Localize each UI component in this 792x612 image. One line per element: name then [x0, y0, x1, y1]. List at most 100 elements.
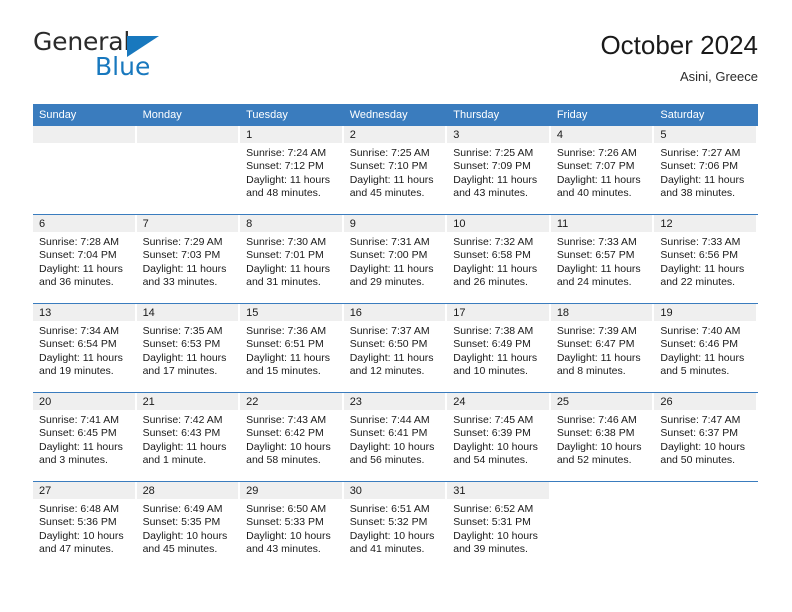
daylight-text-line2: and 22 minutes. — [660, 276, 736, 289]
calendar-day-cell[interactable]: 29 Sunrise: 6:50 AM Sunset: 5:33 PM Dayligh… — [240, 482, 344, 571]
calendar-day-cell[interactable]: 27 Sunrise: 6:48 AM Sunset: 5:36 PM Dayligh… — [33, 482, 137, 571]
day-cell-inner: 31 Sunrise: 6:52 AM Sunset: 5:31 PM Dayligh… — [447, 482, 551, 570]
day-cell-inner: 10 Sunrise: 7:32 AM Sunset: 6:58 PM Dayligh… — [447, 215, 551, 303]
calendar-day-cell[interactable]: 21 Sunrise: 7:42 AM Sunset: 6:43 PM Dayligh… — [136, 392, 241, 482]
calendar-empty-cell — [136, 126, 241, 215]
day-number: 29 — [240, 482, 342, 499]
day-cell-inner — [654, 482, 758, 570]
sunrise-text: Sunrise: 7:36 AM — [246, 325, 327, 337]
calendar-day-cell[interactable]: 18 Sunrise: 7:39 AM Sunset: 6:47 PM Dayligh… — [550, 303, 655, 393]
daylight-text-line1: Daylight: 11 hours — [453, 351, 538, 364]
calendar-day-cell[interactable]: 10 Sunrise: 7:32 AM Sunset: 6:58 PM Dayligh… — [447, 214, 551, 304]
daylight-text-line2: and 47 minutes. — [39, 543, 114, 556]
daylight-text-line2: and 3 minutes. — [39, 454, 108, 467]
sunset-text: Sunset: 6:46 PM — [660, 338, 739, 351]
day-cell-details: Sunrise: 7:39 AM Sunset: 6:47 PM Daylight:… — [551, 321, 655, 379]
daylight-text-line2: and 56 minutes. — [349, 454, 425, 467]
sunset-text: Sunset: 6:37 PM — [660, 427, 739, 440]
day-cell-details: Sunrise: 7:35 AM Sunset: 6:53 PM Daylight:… — [137, 321, 241, 379]
daylight-text-line2: and 48 minutes. — [246, 187, 321, 200]
day-number: 28 — [136, 482, 239, 499]
daylight-text-line2: and 52 minutes. — [556, 454, 632, 467]
day-cell-inner: 22 Sunrise: 7:43 AM Sunset: 6:42 PM Dayligh… — [240, 393, 344, 481]
calendar-empty-cell — [654, 482, 758, 571]
day-cell-details: Sunrise: 6:52 AM Sunset: 5:31 PM Daylight:… — [447, 499, 551, 557]
calendar-day-cell[interactable]: 22 Sunrise: 7:43 AM Sunset: 6:42 PM Dayligh… — [240, 392, 344, 482]
calendar-day-cell[interactable]: 15 Sunrise: 7:36 AM Sunset: 6:51 PM Dayligh… — [240, 303, 344, 393]
calendar-day-cell[interactable]: 19 Sunrise: 7:40 AM Sunset: 6:46 PM Dayligh… — [654, 303, 758, 393]
calendar-day-cell[interactable]: 11 Sunrise: 7:33 AM Sunset: 6:57 PM Dayligh… — [550, 214, 655, 304]
day-number: 20 — [33, 393, 135, 410]
calendar-day-cell[interactable]: 23 Sunrise: 7:44 AM Sunset: 6:41 PM Dayligh… — [343, 392, 448, 482]
sunrise-text: Sunrise: 7:33 AM — [660, 236, 741, 248]
daylight-text-line1: Daylight: 11 hours — [246, 173, 330, 186]
calendar-day-cell[interactable]: 6 Sunrise: 7:28 AM Sunset: 7:04 PM Daylight… — [33, 214, 137, 304]
sunrise-text: Sunrise: 7:39 AM — [556, 325, 637, 337]
calendar-day-cell[interactable]: 1 Sunrise: 7:24 AM Sunset: 7:12 PM Daylight… — [240, 126, 344, 215]
calendar-day-cell[interactable]: 30 Sunrise: 6:51 AM Sunset: 5:32 PM Dayligh… — [343, 482, 448, 571]
calendar-day-cell[interactable]: 14 Sunrise: 7:35 AM Sunset: 6:53 PM Dayligh… — [136, 303, 241, 393]
calendar-day-cell[interactable]: 24 Sunrise: 7:45 AM Sunset: 6:39 PM Dayligh… — [447, 392, 551, 482]
sunset-text: Sunset: 6:38 PM — [556, 427, 635, 440]
calendar-day-cell[interactable]: 26 Sunrise: 7:47 AM Sunset: 6:37 PM Dayligh… — [654, 392, 758, 482]
day-cell-details: Sunrise: 7:43 AM Sunset: 6:42 PM Daylight:… — [240, 410, 344, 468]
calendar-day-cell[interactable]: 9 Sunrise: 7:31 AM Sunset: 7:00 PM Daylight… — [343, 214, 448, 304]
sunrise-text: Sunrise: 7:45 AM — [453, 414, 534, 426]
daylight-text-line2: and 19 minutes. — [39, 365, 114, 378]
calendar-day-cell[interactable]: 16 Sunrise: 7:37 AM Sunset: 6:50 PM Dayligh… — [343, 303, 448, 393]
calendar-day-cell[interactable]: 12 Sunrise: 7:33 AM Sunset: 6:56 PM Dayligh… — [654, 214, 758, 304]
daylight-text-line1: Daylight: 10 hours — [349, 440, 435, 453]
calendar-day-cell[interactable]: 25 Sunrise: 7:46 AM Sunset: 6:38 PM Dayligh… — [550, 392, 655, 482]
day-cell-inner: 11 Sunrise: 7:33 AM Sunset: 6:57 PM Dayligh… — [550, 215, 655, 303]
day-cell-details: Sunrise: 7:37 AM Sunset: 6:50 PM Daylight:… — [344, 321, 448, 379]
daylight-text-line2: and 45 minutes. — [142, 543, 218, 556]
calendar-day-cell[interactable]: 17 Sunrise: 7:38 AM Sunset: 6:49 PM Dayligh… — [447, 303, 551, 393]
day-number: 27 — [33, 482, 135, 499]
day-cell-details: Sunrise: 7:34 AM Sunset: 6:54 PM Daylight:… — [33, 321, 137, 379]
sunset-text: Sunset: 5:36 PM — [39, 516, 117, 529]
sunrise-text: Sunrise: 7:43 AM — [246, 414, 327, 426]
day-cell-details: Sunrise: 7:31 AM Sunset: 7:00 PM Daylight:… — [344, 232, 448, 290]
day-number — [136, 126, 239, 143]
daylight-text-line2: and 29 minutes. — [349, 276, 425, 289]
calendar-day-cell[interactable]: 13 Sunrise: 7:34 AM Sunset: 6:54 PM Dayligh… — [33, 303, 137, 393]
sunrise-text: Sunrise: 7:31 AM — [349, 236, 430, 248]
daylight-text-line2: and 15 minutes. — [246, 365, 321, 378]
calendar-day-cell[interactable]: 8 Sunrise: 7:30 AM Sunset: 7:01 PM Daylight… — [240, 214, 344, 304]
calendar-day-cell[interactable]: 7 Sunrise: 7:29 AM Sunset: 7:03 PM Daylight… — [136, 214, 241, 304]
calendar-day-cell[interactable]: 20 Sunrise: 7:41 AM Sunset: 6:45 PM Dayligh… — [33, 392, 137, 482]
day-number: 12 — [654, 215, 756, 232]
calendar-day-cell[interactable]: 3 Sunrise: 7:25 AM Sunset: 7:09 PM Daylight… — [447, 126, 551, 215]
day-cell-inner — [136, 126, 241, 214]
daylight-text-line1: Daylight: 11 hours — [39, 262, 123, 275]
calendar-day-cell[interactable]: 2 Sunrise: 7:25 AM Sunset: 7:10 PM Daylight… — [343, 126, 448, 215]
daylight-text-line2: and 50 minutes. — [660, 454, 736, 467]
day-cell-inner: 19 Sunrise: 7:40 AM Sunset: 6:46 PM Dayligh… — [654, 304, 758, 392]
day-cell-inner: 16 Sunrise: 7:37 AM Sunset: 6:50 PM Dayligh… — [343, 304, 448, 392]
sunset-text: Sunset: 6:50 PM — [349, 338, 428, 351]
sunset-text: Sunset: 7:03 PM — [142, 249, 221, 262]
daylight-text-line2: and 54 minutes. — [453, 454, 528, 467]
day-cell-inner: 14 Sunrise: 7:35 AM Sunset: 6:53 PM Dayligh… — [136, 304, 241, 392]
daylight-text-line2: and 26 minutes. — [453, 276, 528, 289]
general-blue-logo[interactable]: General Blue — [33, 28, 223, 90]
day-cell-details: Sunrise: 7:44 AM Sunset: 6:41 PM Daylight:… — [344, 410, 448, 468]
sunset-text: Sunset: 7:00 PM — [349, 249, 428, 262]
day-number: 7 — [136, 215, 239, 232]
calendar-day-cell[interactable]: 28 Sunrise: 6:49 AM Sunset: 5:35 PM Dayligh… — [136, 482, 241, 571]
weekday-header-thursday: Thursday — [447, 104, 551, 126]
calendar-week-row: 1 Sunrise: 7:24 AM Sunset: 7:12 PM Daylight… — [33, 126, 758, 215]
calendar-day-cell[interactable]: 5 Sunrise: 7:27 AM Sunset: 7:06 PM Daylight… — [654, 126, 758, 215]
sunrise-text: Sunrise: 7:25 AM — [349, 147, 430, 159]
daylight-text-line2: and 40 minutes. — [556, 187, 632, 200]
day-cell-details: Sunrise: 7:33 AM Sunset: 6:56 PM Daylight:… — [654, 232, 758, 290]
sunrise-text: Sunrise: 7:24 AM — [246, 147, 327, 159]
day-number: 5 — [654, 126, 756, 143]
daylight-text-line1: Daylight: 11 hours — [660, 262, 745, 275]
calendar-day-cell[interactable]: 31 Sunrise: 6:52 AM Sunset: 5:31 PM Dayligh… — [447, 482, 551, 571]
day-cell-details: Sunrise: 7:30 AM Sunset: 7:01 PM Daylight:… — [240, 232, 344, 290]
sunrise-text: Sunrise: 7:46 AM — [556, 414, 637, 426]
calendar-day-cell[interactable]: 4 Sunrise: 7:26 AM Sunset: 7:07 PM Daylight… — [550, 126, 655, 215]
daylight-text-line1: Daylight: 10 hours — [453, 440, 538, 453]
sunset-text: Sunset: 6:45 PM — [39, 427, 117, 440]
